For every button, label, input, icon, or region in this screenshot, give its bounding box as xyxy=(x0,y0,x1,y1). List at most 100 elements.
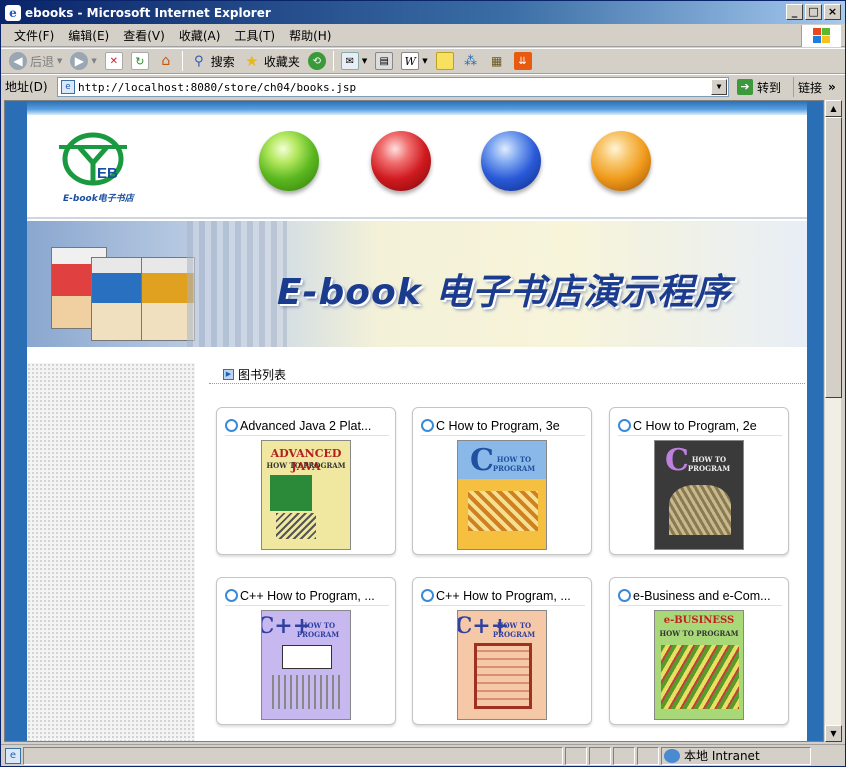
book-cover[interactable]: e-BUSINESS HOW TO PROGRAM xyxy=(654,610,744,720)
banner-book-image xyxy=(91,257,145,341)
address-url: http://localhost:8080/store/ch04/books.j… xyxy=(78,80,357,94)
scroll-down-icon[interactable]: ▼ xyxy=(825,725,842,742)
print-button[interactable]: ▤ xyxy=(371,50,397,72)
forward-button[interactable]: ▶ ▼ xyxy=(66,50,100,72)
minimize-button[interactable]: _ xyxy=(786,4,803,20)
site-banner: E-book 电子书店演示程序 xyxy=(27,221,807,347)
menu-favorites[interactable]: 收藏(A) xyxy=(172,27,228,44)
left-sidebar xyxy=(27,363,195,741)
search-button[interactable]: ⚲ 搜索 xyxy=(186,50,239,72)
window-title: ebooks - Microsoft Internet Explorer xyxy=(25,5,271,20)
book-card[interactable]: C++ How to Program, ... C++ HOW TO PROGR… xyxy=(412,577,592,725)
addon-button[interactable]: ⇊ xyxy=(510,50,536,72)
stop-button[interactable]: ✕ xyxy=(101,50,127,72)
refresh-button[interactable]: ↻ xyxy=(127,50,153,72)
section-icon: ▶ xyxy=(223,369,234,380)
green-nav-orb[interactable] xyxy=(259,131,319,191)
status-bar: e 本地 Intranet xyxy=(1,744,845,766)
book-card[interactable]: C How to Program, 2e C HOW TO PROGRAM xyxy=(609,407,789,555)
scroll-up-icon[interactable]: ▲ xyxy=(825,100,842,117)
browser-window: e ebooks - Microsoft Internet Explorer _… xyxy=(0,0,846,767)
mail-button[interactable]: ✉ ▼ xyxy=(337,50,371,72)
home-button[interactable]: ⌂ xyxy=(153,50,179,72)
book-card[interactable]: Advanced Java 2 Plat... ADVANCED JAVA HO… xyxy=(216,407,396,555)
book-card[interactable]: e-Business and e-Com... e-BUSINESS HOW T… xyxy=(609,577,789,725)
back-arrow-icon: ◀ xyxy=(9,52,27,70)
book-title[interactable]: Advanced Java 2 Plat... xyxy=(240,419,371,433)
book-card[interactable]: C How to Program, 3e C HOW TO PROGRAM xyxy=(412,407,592,555)
discuss-button[interactable] xyxy=(432,50,458,72)
top-stripe xyxy=(27,101,807,115)
menu-help[interactable]: 帮助(H) xyxy=(282,27,338,44)
scroll-thumb[interactable] xyxy=(825,117,842,398)
home-icon: ⌂ xyxy=(161,53,171,69)
zone-indicator: 本地 Intranet xyxy=(661,746,811,765)
book-title[interactable]: e-Business and e-Com... xyxy=(633,589,771,603)
close-button[interactable]: × xyxy=(824,4,841,20)
site-logo[interactable]: EB E-book电子书店 xyxy=(55,129,135,207)
bullet-ring-icon xyxy=(421,419,434,432)
orange-nav-orb[interactable] xyxy=(591,131,651,191)
site-header: EB E-book电子书店 xyxy=(27,115,807,219)
menu-view[interactable]: 查看(V) xyxy=(116,27,172,44)
mail-icon: ✉ xyxy=(340,52,359,70)
star-icon: ★ xyxy=(245,52,259,70)
intranet-icon xyxy=(664,748,680,763)
research-button[interactable]: ▦ xyxy=(484,50,510,72)
book-cover[interactable]: C HOW TO PROGRAM xyxy=(654,440,744,550)
book-cover[interactable]: C HOW TO PROGRAM xyxy=(457,440,547,550)
red-nav-orb[interactable] xyxy=(371,131,431,191)
book-card[interactable]: C++ How to Program, ... C++ HOW TO PROGR… xyxy=(216,577,396,725)
logo-caption: E-book电子书店 xyxy=(63,194,134,204)
menu-edit[interactable]: 编辑(E) xyxy=(61,27,116,44)
title-bar: e ebooks - Microsoft Internet Explorer _… xyxy=(1,1,845,24)
page-icon: e xyxy=(61,80,75,94)
word-icon: W xyxy=(401,52,420,70)
back-button[interactable]: ◀ 后退 ▼ xyxy=(5,50,66,72)
book-cover[interactable]: ADVANCED JAVA HOW TO PROGRAM xyxy=(261,440,351,550)
book-title[interactable]: C++ How to Program, ... xyxy=(436,589,571,603)
bullet-ring-icon xyxy=(225,419,238,432)
status-page-icon: e xyxy=(5,747,21,764)
banner-title: E-book 电子书店演示程序 xyxy=(277,272,732,313)
bullet-ring-icon xyxy=(225,589,238,602)
logo-text: EB xyxy=(97,165,118,182)
bullet-ring-icon xyxy=(618,419,631,432)
book-cover[interactable]: C++ HOW TO PROGRAM xyxy=(457,610,547,720)
book-title[interactable]: C How to Program, 3e xyxy=(436,419,560,433)
messenger-button[interactable]: ⁂ xyxy=(458,50,484,72)
bullet-ring-icon xyxy=(618,589,631,602)
menu-tools[interactable]: 工具(T) xyxy=(227,27,282,44)
section-header: ▶ 图书列表 xyxy=(223,366,286,383)
favorites-button[interactable]: ★ 收藏夹 xyxy=(239,50,304,72)
address-input[interactable]: e http://localhost:8080/store/ch04/books… xyxy=(57,77,729,97)
edit-button[interactable]: W ▼ xyxy=(397,50,431,72)
printer-icon: ▤ xyxy=(375,52,394,70)
book-title[interactable]: C How to Program, 2e xyxy=(633,419,757,433)
search-icon: ⚲ xyxy=(194,53,204,69)
bullet-ring-icon xyxy=(421,589,434,602)
ie-icon: e xyxy=(5,4,21,21)
store-page: EB E-book电子书店 E-book 电子书店演示程序 ▶ 图书列表 Adv… xyxy=(27,101,807,741)
section-title: 图书列表 xyxy=(238,368,287,382)
vertical-scrollbar[interactable]: ▲ ▼ xyxy=(824,100,842,742)
menu-file[interactable]: 文件(F) xyxy=(7,27,61,44)
history-button[interactable]: ⟲ xyxy=(304,50,330,72)
book-title[interactable]: C++ How to Program, ... xyxy=(240,589,375,603)
book-list-section: ▶ 图书列表 Advanced Java 2 Plat... ADVANCED … xyxy=(203,363,807,741)
go-button[interactable]: ➔ 转到 xyxy=(733,77,785,97)
go-arrow-icon: ➔ xyxy=(737,79,753,95)
history-icon: ⟲ xyxy=(307,52,326,70)
address-bar: 地址(D) e http://localhost:8080/store/ch04… xyxy=(1,74,845,98)
maximize-button[interactable]: □ xyxy=(805,4,822,20)
windows-logo-icon xyxy=(801,25,841,47)
menu-bar: 文件(F) 编辑(E) 查看(V) 收藏(A) 工具(T) 帮助(H) xyxy=(1,25,845,47)
book-cover[interactable]: C++ HOW TO PROGRAM xyxy=(261,610,351,720)
links-button[interactable]: 链接 » xyxy=(793,77,836,97)
blue-nav-orb[interactable] xyxy=(481,131,541,191)
note-icon xyxy=(435,52,454,70)
address-dropdown-icon[interactable]: ▼ xyxy=(711,79,727,95)
web-content: EB E-book电子书店 E-book 电子书店演示程序 ▶ 图书列表 Adv… xyxy=(4,100,824,742)
stop-icon: ✕ xyxy=(104,52,123,70)
standard-toolbar: ◀ 后退 ▼ ▶ ▼ ✕ ↻ ⌂ ⚲ 搜索 ★ 收藏夹 ⟲ ✉ ▼ ▤ W ▼ ⁂ … xyxy=(1,48,845,74)
